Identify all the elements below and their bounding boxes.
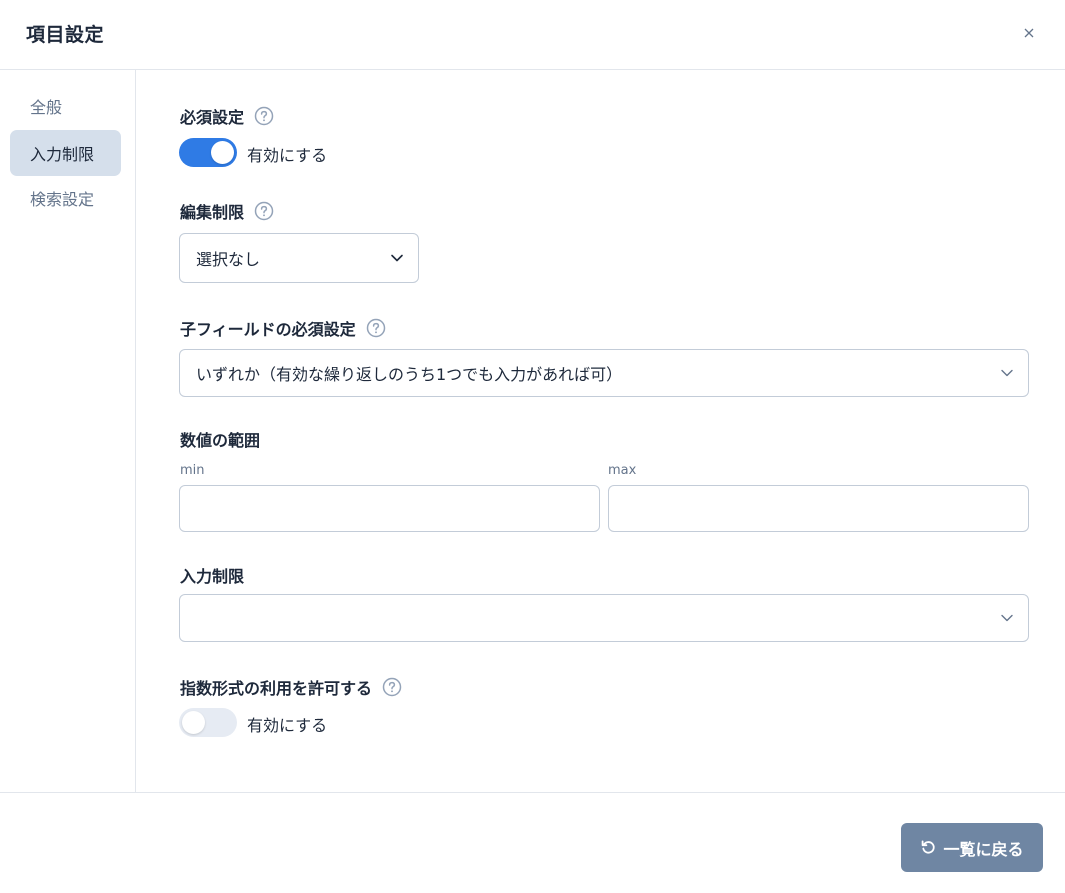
required-label: 必須設定 — [180, 104, 274, 128]
input-restriction-select[interactable] — [179, 594, 1029, 642]
edit-restriction-value: 選択なし — [196, 250, 261, 269]
required-label-text: 必須設定 — [180, 108, 245, 127]
modal-title: 項目設定 — [26, 24, 105, 46]
toggle-knob — [182, 711, 205, 734]
edit-restriction-select[interactable]: 選択なし — [179, 233, 419, 283]
exponent-label: 指数形式の利用を許可する — [180, 675, 402, 699]
settings-content: 必須設定 有効にする 編集制限 選択なし 子フィールドの必須設定 いずれか（有効… — [136, 70, 1065, 793]
input-restriction-label-text: 入力制限 — [180, 567, 245, 586]
child-required-select[interactable]: いずれか（有効な繰り返しのうち1つでも入力があれば可） — [179, 349, 1029, 397]
chevron-down-icon — [1001, 369, 1013, 377]
child-required-label-text: 子フィールドの必須設定 — [180, 320, 356, 339]
exponent-label-text: 指数形式の利用を許可する — [180, 679, 373, 698]
close-icon — [1024, 28, 1034, 38]
edit-restriction-label-text: 編集制限 — [180, 203, 245, 222]
min-input[interactable] — [180, 486, 599, 531]
min-label: min — [180, 463, 205, 478]
input-restriction-label: 入力制限 — [180, 563, 244, 587]
sidebar-item-search-settings[interactable]: 検索設定 — [10, 175, 121, 221]
chevron-down-icon — [1001, 614, 1013, 622]
back-to-list-button[interactable]: 一覧に戻る — [901, 823, 1043, 872]
max-label: max — [608, 463, 637, 478]
required-toggle-label: 有効にする — [247, 146, 328, 165]
sidebar: 全般 入力制限 検索設定 — [0, 70, 136, 793]
sidebar-item-label: 全般 — [30, 98, 63, 117]
exponent-toggle-label: 有効にする — [247, 716, 328, 735]
modal-footer: 一覧に戻る — [0, 792, 1065, 893]
sidebar-item-label: 入力制限 — [30, 145, 95, 164]
child-required-value: いずれか（有効な繰り返しのうち1つでも入力があれば可） — [196, 365, 623, 384]
chevron-down-icon — [391, 254, 403, 262]
toggle-knob — [211, 141, 234, 164]
back-to-list-label: 一覧に戻る — [943, 839, 1024, 859]
modal-header: 項目設定 — [0, 0, 1065, 70]
help-icon[interactable] — [254, 201, 274, 221]
range-label-text: 数値の範囲 — [180, 431, 261, 450]
exponent-toggle[interactable] — [179, 708, 237, 737]
max-input-wrapper — [608, 485, 1029, 532]
sidebar-item-label: 検索設定 — [30, 190, 95, 209]
range-label: 数値の範囲 — [180, 427, 260, 451]
sidebar-item-general[interactable]: 全般 — [10, 83, 121, 129]
sidebar-item-input-restriction[interactable]: 入力制限 — [10, 130, 121, 176]
help-icon[interactable] — [382, 677, 402, 697]
undo-icon — [922, 840, 936, 854]
close-button[interactable] — [1018, 22, 1040, 44]
min-input-wrapper — [179, 485, 600, 532]
child-required-label: 子フィールドの必須設定 — [180, 316, 386, 340]
settings-modal: 項目設定 全般 入力制限 検索設定 必須設定 有効にする 編集制限 選択なし 子… — [0, 0, 1065, 893]
edit-restriction-label: 編集制限 — [180, 199, 274, 223]
help-icon[interactable] — [366, 318, 386, 338]
help-icon[interactable] — [254, 106, 274, 126]
max-input[interactable] — [609, 486, 1028, 531]
required-toggle[interactable] — [179, 138, 237, 167]
